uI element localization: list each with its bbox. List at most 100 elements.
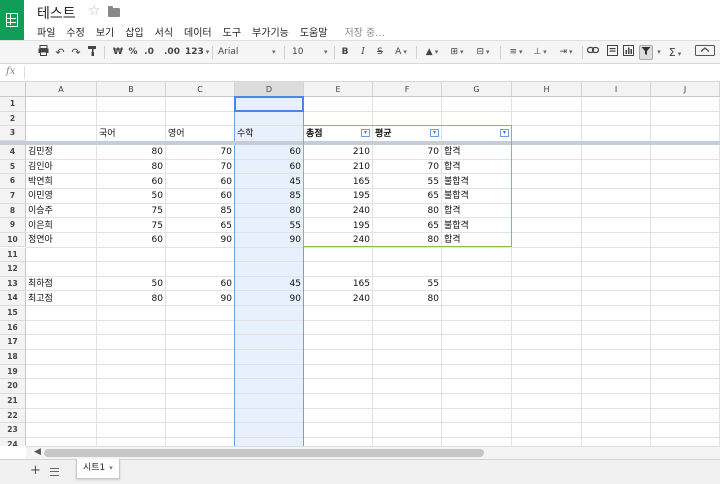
cell-f13[interactable]: 55 bbox=[373, 277, 441, 291]
row-header-24[interactable]: 24 bbox=[0, 437, 26, 446]
row-header-9[interactable]: 9 bbox=[0, 218, 26, 233]
row-header-18[interactable]: 18 bbox=[0, 350, 26, 365]
cell-a14[interactable]: 최고점 bbox=[26, 292, 96, 306]
cell-d8[interactable]: 80 bbox=[235, 204, 303, 218]
cell-b13[interactable]: 50 bbox=[97, 277, 165, 291]
insert-chart-icon[interactable] bbox=[622, 45, 634, 60]
row-header-12[interactable]: 12 bbox=[0, 262, 26, 277]
menu-edit[interactable]: 수정 bbox=[66, 24, 84, 39]
cell-d5[interactable]: 60 bbox=[235, 160, 303, 174]
spreadsheet-grid[interactable]: A B C D E F G H I J 1 2 3 4 5 6 7 8 9 10 11 12 13 14 15 16 17 18 19 2… bbox=[0, 82, 720, 446]
cell-c14[interactable]: 90 bbox=[166, 292, 234, 306]
row-header-15[interactable]: 15 bbox=[0, 306, 26, 321]
cell-a5[interactable]: 김인아 bbox=[26, 160, 96, 174]
redo-icon[interactable]: ↷ bbox=[70, 45, 82, 60]
cell-b10[interactable]: 60 bbox=[97, 233, 165, 247]
cell-b3[interactable]: 국어 bbox=[97, 127, 165, 141]
cell-c13[interactable]: 60 bbox=[166, 277, 234, 291]
horizontal-align-button[interactable]: ≡ ▾ bbox=[506, 45, 526, 60]
row-header-4[interactable]: 4 bbox=[0, 144, 26, 160]
row-header-8[interactable]: 8 bbox=[0, 203, 26, 219]
cell-c3[interactable]: 영어 bbox=[166, 127, 234, 141]
increase-decimal-button[interactable]: .00 bbox=[164, 45, 180, 60]
cell-c9[interactable]: 65 bbox=[166, 219, 234, 233]
row-header-16[interactable]: 16 bbox=[0, 320, 26, 336]
cell-d10[interactable]: 90 bbox=[235, 233, 303, 247]
merge-cells-button[interactable]: ⊟ ▾ bbox=[472, 45, 494, 60]
cell-d13[interactable]: 45 bbox=[235, 277, 303, 291]
star-icon[interactable]: ☆ bbox=[88, 3, 101, 19]
row-header-10[interactable]: 10 bbox=[0, 232, 26, 248]
row-header-3[interactable]: 3 bbox=[0, 126, 26, 141]
filter-options-dropdown[interactable]: ▾ bbox=[654, 45, 662, 60]
more-formats-dropdown[interactable]: 123 ▾ bbox=[185, 45, 209, 60]
cell-c4[interactable]: 70 bbox=[166, 145, 234, 159]
cell-f14[interactable]: 80 bbox=[373, 292, 441, 306]
cell-b8[interactable]: 75 bbox=[97, 204, 165, 218]
filter-dropdown-icon-g[interactable]: ▾ bbox=[500, 129, 509, 138]
filter-dropdown-icon-f[interactable]: ▾ bbox=[430, 129, 439, 138]
menu-view[interactable]: 보기 bbox=[96, 24, 114, 39]
cell-c10[interactable]: 90 bbox=[166, 233, 234, 247]
row-header-22[interactable]: 22 bbox=[0, 408, 26, 424]
select-all-corner[interactable] bbox=[0, 82, 26, 97]
text-wrap-button[interactable]: ⇥ ▾ bbox=[554, 45, 578, 60]
cell-a9[interactable]: 이은희 bbox=[26, 219, 96, 233]
strikethrough-button[interactable]: S bbox=[375, 45, 385, 60]
row-header-6[interactable]: 6 bbox=[0, 174, 26, 189]
scroll-left-icon[interactable]: ◀ bbox=[34, 447, 41, 457]
row-header-5[interactable]: 5 bbox=[0, 159, 26, 175]
cell-c6[interactable]: 60 bbox=[166, 175, 234, 189]
print-icon[interactable] bbox=[37, 45, 49, 60]
filter-dropdown-icon-e[interactable]: ▾ bbox=[361, 129, 370, 138]
currency-format-button[interactable]: ₩ bbox=[112, 45, 124, 60]
fill-color-button[interactable]: ▲ ▾ bbox=[422, 45, 442, 60]
column-header-b[interactable]: B bbox=[97, 82, 166, 97]
cell-a13[interactable]: 최하점 bbox=[26, 277, 96, 291]
borders-button[interactable]: ⊞ ▾ bbox=[447, 45, 467, 60]
column-header-i[interactable]: I bbox=[582, 82, 651, 97]
row-header-21[interactable]: 21 bbox=[0, 394, 26, 409]
sheets-logo-icon[interactable] bbox=[0, 0, 24, 40]
cell-e14[interactable]: 240 bbox=[304, 292, 372, 306]
cell-c8[interactable]: 85 bbox=[166, 204, 234, 218]
all-sheets-menu-icon[interactable] bbox=[50, 468, 59, 476]
cell-c5[interactable]: 70 bbox=[166, 160, 234, 174]
row-header-11[interactable]: 11 bbox=[0, 247, 26, 263]
percent-format-button[interactable]: % bbox=[128, 45, 138, 60]
active-cell-d1[interactable] bbox=[234, 96, 304, 112]
menu-data[interactable]: 데이터 bbox=[184, 24, 212, 39]
cell-b7[interactable]: 50 bbox=[97, 189, 165, 203]
menu-help[interactable]: 도움말 bbox=[300, 24, 328, 39]
row-header-13[interactable]: 13 bbox=[0, 276, 26, 292]
cell-d4[interactable]: 60 bbox=[235, 145, 303, 159]
column-header-a[interactable]: A bbox=[26, 82, 97, 97]
formula-input[interactable] bbox=[30, 66, 710, 80]
filter-button[interactable] bbox=[639, 45, 653, 60]
row-header-14[interactable]: 14 bbox=[0, 291, 26, 307]
cell-a8[interactable]: 이승주 bbox=[26, 204, 96, 218]
column-header-g[interactable]: G bbox=[442, 82, 512, 97]
paint-format-icon[interactable] bbox=[86, 45, 98, 60]
collapse-toolbar-button[interactable] bbox=[694, 45, 716, 60]
column-header-e[interactable]: E bbox=[304, 82, 373, 97]
bold-button[interactable]: B bbox=[340, 45, 350, 60]
vertical-align-button[interactable]: ⊥ ▾ bbox=[530, 45, 550, 60]
cell-d3[interactable]: 수학 bbox=[235, 127, 303, 141]
column-header-c[interactable]: C bbox=[166, 82, 235, 97]
cell-a7[interactable]: 이민영 bbox=[26, 189, 96, 203]
row-header-1[interactable]: 1 bbox=[0, 97, 26, 112]
text-color-button[interactable]: A ▾ bbox=[392, 45, 410, 60]
row-header-17[interactable]: 17 bbox=[0, 335, 26, 351]
menu-format[interactable]: 서식 bbox=[155, 24, 173, 39]
cell-c7[interactable]: 60 bbox=[166, 189, 234, 203]
cell-b4[interactable]: 80 bbox=[97, 145, 165, 159]
menu-file[interactable]: 파일 bbox=[37, 24, 55, 39]
menu-tools[interactable]: 도구 bbox=[223, 24, 241, 39]
cell-b9[interactable]: 75 bbox=[97, 219, 165, 233]
column-header-f[interactable]: F bbox=[373, 82, 442, 97]
column-header-j[interactable]: J bbox=[651, 82, 720, 97]
document-title[interactable]: 테스트 bbox=[37, 3, 76, 23]
row-header-19[interactable]: 19 bbox=[0, 364, 26, 380]
cell-a4[interactable]: 김민정 bbox=[26, 145, 96, 159]
